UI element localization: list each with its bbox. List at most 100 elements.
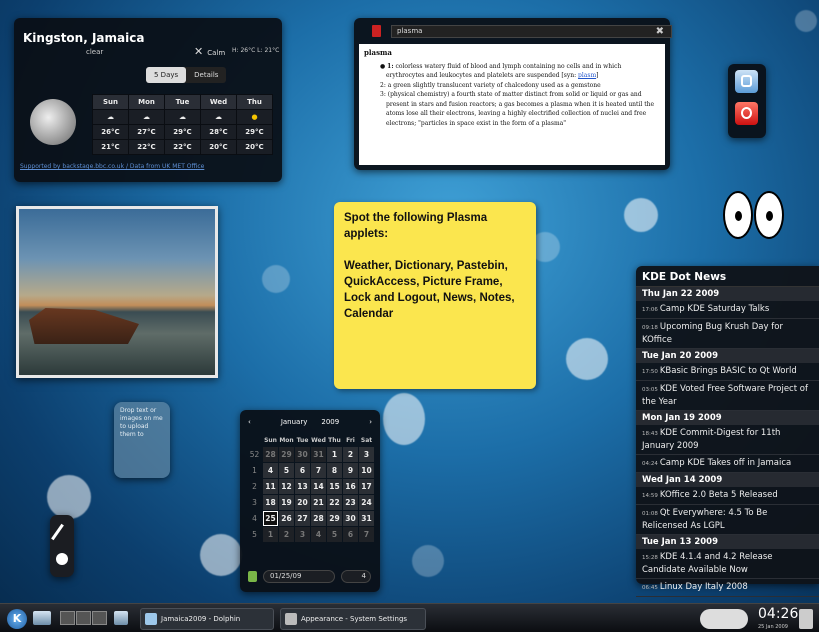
weather-source-link[interactable]: Supported by backstage.bbc.co.uk / Data …: [20, 163, 204, 170]
note-text[interactable]: Spot the following Plasma applets: Weath…: [344, 210, 526, 322]
calendar-day[interactable]: 30: [295, 447, 310, 462]
calendar-day[interactable]: 3: [359, 447, 374, 462]
news-item[interactable]: 17:06 Camp KDE Saturday Talks: [636, 301, 819, 319]
calendar-day[interactable]: 15: [327, 479, 342, 494]
pastebin-applet[interactable]: Drop text or images on me to upload them…: [114, 402, 170, 478]
calendar-day[interactable]: 25: [263, 511, 278, 526]
calendar-day[interactable]: 5: [279, 463, 294, 478]
calendar-day[interactable]: 28: [263, 447, 278, 462]
task-system-settings[interactable]: Appearance - System Settings: [280, 608, 426, 630]
calendar-day[interactable]: 6: [295, 463, 310, 478]
news-item[interactable]: 18:43 KDE Commit-Digest for 11th January …: [636, 425, 819, 455]
calendar-day[interactable]: 27: [295, 511, 310, 526]
clock[interactable]: 04:26: [758, 606, 798, 622]
news-list: Thu Jan 22 2009 17:06 Camp KDE Saturday Ta…: [636, 287, 819, 597]
calendar-day[interactable]: 8: [327, 463, 342, 478]
calendar-day[interactable]: 9: [343, 463, 358, 478]
wallpaper-bubble: [383, 393, 425, 445]
news-item[interactable]: 01:08 Qt Everywhere: 4.5 To Be Relicensed…: [636, 505, 819, 535]
calendar-day[interactable]: 30: [343, 511, 358, 526]
calendar-day[interactable]: 3: [295, 527, 310, 542]
news-item[interactable]: 03:05 KDE Voted Free Software Project of …: [636, 381, 819, 411]
calendar-day[interactable]: 6: [343, 527, 358, 542]
lock-button[interactable]: [735, 70, 758, 93]
pager-desktop-1[interactable]: [60, 611, 75, 625]
picture-frame-applet[interactable]: [16, 206, 218, 378]
logout-button[interactable]: [735, 102, 758, 125]
cloud-icon: ☁: [128, 109, 165, 125]
forecast-table: Sun Mon Tue Wed Thu ☁ ☁ ☁ ☁ ● 26°C 27°C …: [92, 94, 273, 155]
calendar-day[interactable]: 12: [279, 479, 294, 494]
news-item[interactable]: 17:50 KBasic Brings BASIC to Qt World: [636, 363, 819, 381]
calendar-day[interactable]: 21: [311, 495, 326, 510]
forecast-high: 26°C: [92, 124, 129, 140]
calendar-day[interactable]: 5: [327, 527, 342, 542]
calendar-day[interactable]: 19: [279, 495, 294, 510]
notes-toolbox[interactable]: [50, 515, 74, 577]
calendar-day[interactable]: 2: [343, 447, 358, 462]
calendar-day[interactable]: 26: [279, 511, 294, 526]
lock-logout-applet: [728, 64, 766, 138]
calendar-day[interactable]: 1: [263, 527, 278, 542]
calendar-day[interactable]: 2: [279, 527, 294, 542]
calendar-day[interactable]: 10: [359, 463, 374, 478]
news-item[interactable]: 15:28 KDE 4.1.4 and 4.2 Release Candidate…: [636, 549, 819, 579]
dictionary-search-input[interactable]: plasma: [391, 24, 672, 38]
calendar-month[interactable]: January: [281, 418, 308, 426]
today-icon[interactable]: [248, 571, 257, 582]
calendar-day[interactable]: 31: [311, 447, 326, 462]
calendar-day[interactable]: 4: [311, 527, 326, 542]
calendar-day[interactable]: 22: [327, 495, 342, 510]
news-applet[interactable]: KDE Dot News Thu Jan 22 2009 17:06 Camp KD…: [636, 266, 819, 597]
calendar-day[interactable]: 29: [327, 511, 342, 526]
pager-desktop-3[interactable]: [92, 611, 107, 625]
prev-month-button[interactable]: ‹: [248, 418, 251, 426]
calendar-day[interactable]: 18: [263, 495, 278, 510]
dictionary-bar: plasma ✖: [360, 23, 672, 39]
dictionary-applet[interactable]: plasma ✖ plasma ● 1: colorless watery fl…: [354, 18, 672, 170]
calendar-day[interactable]: 13: [295, 479, 310, 494]
color-dot-icon[interactable]: [56, 553, 68, 565]
trash-icon[interactable]: [799, 609, 813, 629]
news-time: 17:06: [642, 307, 658, 313]
weather-condition: clear: [86, 48, 104, 56]
calendar-day[interactable]: 17: [359, 479, 374, 494]
calendar-day[interactable]: 16: [343, 479, 358, 494]
system-tray[interactable]: [700, 609, 748, 629]
quick-access-icon[interactable]: [114, 611, 128, 625]
task-dolphin[interactable]: Jamaica2009 - Dolphin: [140, 608, 274, 630]
calendar-day[interactable]: 29: [279, 447, 294, 462]
calendar-day[interactable]: 1: [327, 447, 342, 462]
kde-menu-icon[interactable]: K: [7, 609, 27, 629]
next-month-button[interactable]: ›: [369, 418, 372, 426]
calendar-day[interactable]: 11: [263, 479, 278, 494]
pager-desktop-2[interactable]: [76, 611, 91, 625]
calendar-day[interactable]: 23: [343, 495, 358, 510]
news-item[interactable]: 04:24 Camp KDE Takes off in Jamaica: [636, 455, 819, 473]
tab-details[interactable]: Details: [186, 67, 226, 83]
calendar-day[interactable]: 4: [263, 463, 278, 478]
calendar-applet[interactable]: ‹ January 2009 › Sun Mon Tue Wed Thu Fri Sat 52…: [240, 410, 380, 592]
task-label: Jamaica2009 - Dolphin: [161, 615, 241, 623]
calendar-year[interactable]: 2009: [321, 418, 339, 426]
calendar-day[interactable]: 24: [359, 495, 374, 510]
date-input[interactable]: 01/25/09: [263, 570, 335, 583]
calendar-day[interactable]: 7: [311, 463, 326, 478]
calendar-day[interactable]: 28: [311, 511, 326, 526]
calendar-day[interactable]: 14: [311, 479, 326, 494]
notes-applet[interactable]: Spot the following Plasma applets: Weath…: [334, 202, 536, 389]
definition-link[interactable]: plasm: [578, 72, 596, 79]
news-item[interactable]: 06:45 Linux Day Italy 2008: [636, 579, 819, 597]
tab-5-days[interactable]: 5 Days: [146, 67, 187, 83]
calendar-day[interactable]: 7: [359, 527, 374, 542]
desktop-icon[interactable]: [33, 611, 51, 625]
pen-icon[interactable]: [51, 523, 64, 541]
weather-applet[interactable]: Kingston, Jamaica clear ✕ Calm H: 26°C L:…: [14, 18, 282, 182]
forecast-day: Mon: [128, 94, 165, 110]
calendar-day[interactable]: 31: [359, 511, 374, 526]
news-item[interactable]: 09:18 Upcoming Bug Krush Day for KOffice: [636, 319, 819, 349]
news-item[interactable]: 14:59 KOffice 2.0 Beta 5 Released: [636, 487, 819, 505]
clear-icon[interactable]: ✖: [656, 26, 664, 37]
calendar-day[interactable]: 20: [295, 495, 310, 510]
week-spinbox[interactable]: 4: [341, 570, 371, 583]
